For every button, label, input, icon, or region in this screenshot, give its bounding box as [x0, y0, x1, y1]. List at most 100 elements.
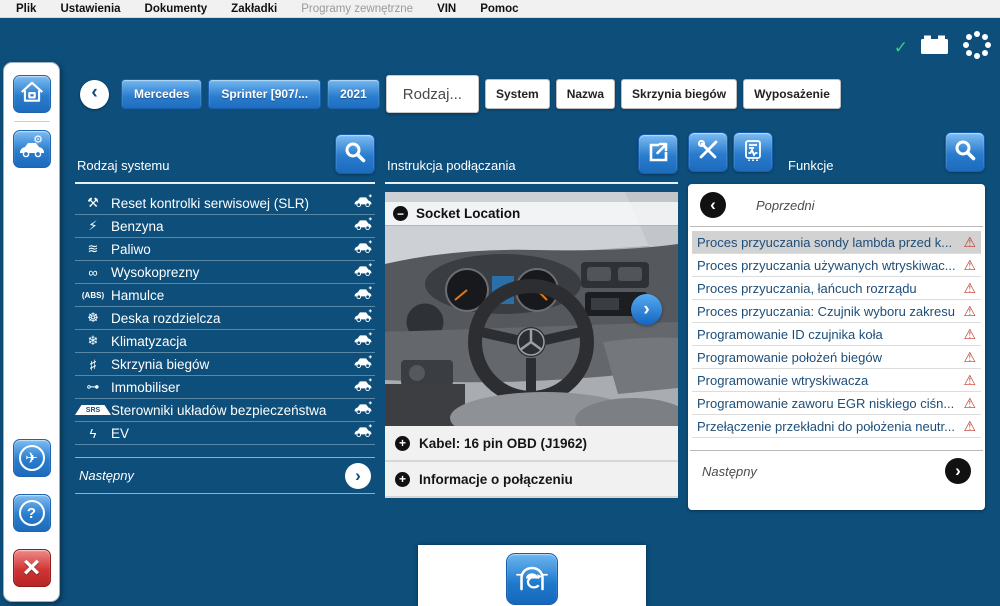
tools-icon: [696, 138, 720, 167]
warning-icon: ⚠: [963, 418, 976, 434]
image-caption-bar[interactable]: − Socket Location: [385, 202, 678, 226]
help-button[interactable]: ?: [12, 494, 51, 532]
dashboard-icon: ☸: [87, 310, 99, 325]
connection-info-label: Informacje o połączeniu: [419, 471, 573, 487]
menu-item[interactable]: Ustawienia: [60, 3, 120, 15]
busy-dots-icon[interactable]: [962, 30, 992, 65]
system-type-row[interactable]: (ABS) Hamulce: [75, 284, 375, 307]
test-report-button[interactable]: [733, 132, 773, 172]
breadcrumb-step[interactable]: 2021: [327, 79, 380, 109]
function-row[interactable]: Proces przyuczania sondy lambda przed k.…: [692, 231, 981, 254]
ev-plug-icon: ϟ: [89, 425, 97, 441]
back-button[interactable]: ‹: [80, 79, 109, 109]
car-icon: [353, 285, 373, 305]
system-type-row[interactable]: ∞ Wysokoprezny: [75, 261, 375, 284]
srs-icon: SRS: [75, 405, 111, 415]
search-icon: [343, 140, 367, 169]
system-type-row[interactable]: ☸ Deska rozdzielcza: [75, 307, 375, 330]
system-type-label: Paliwo: [111, 241, 151, 257]
breadcrumb-step[interactable]: Nazwa: [555, 79, 616, 109]
function-row[interactable]: Proces przyuczania, łańcuch rozrządu ⚠: [692, 277, 981, 300]
exit-button[interactable]: ×: [12, 549, 51, 587]
system-type-row[interactable]: ⊶ Immobiliser: [75, 376, 375, 399]
tools-button[interactable]: [688, 132, 728, 172]
car-icon: [353, 354, 373, 374]
system-type-list: ⚒ Reset kontrolki serwisowej (SLR) ⚡ Ben…: [75, 184, 375, 445]
battery-icon[interactable]: [920, 34, 950, 61]
home-button[interactable]: [12, 75, 51, 113]
search-icon: [953, 138, 977, 167]
function-row[interactable]: Programowanie zaworu EGR niskiego ciśn..…: [692, 392, 981, 415]
breadcrumb-step[interactable]: Mercedes: [121, 79, 203, 109]
menu-item[interactable]: VIN: [437, 3, 456, 15]
system-type-row[interactable]: ♯ Skrzynia biegów: [75, 353, 375, 376]
function-label: Przełączenie przekładni do położenia neu…: [697, 418, 955, 434]
breadcrumb-step[interactable]: Rodzaj...: [385, 75, 479, 113]
function-row[interactable]: Programowanie wtryskiwacza ⚠: [692, 369, 981, 392]
connection-panel-rule: [385, 182, 678, 184]
system-type-label: Klimatyzacja: [111, 333, 187, 349]
system-next-button[interactable]: Następny ›: [75, 457, 375, 494]
system-type-row[interactable]: ❄ Klimatyzacja: [75, 330, 375, 353]
system-type-row[interactable]: ⚡ Benzyna: [75, 215, 375, 238]
socket-location-image: − Socket Location ›: [385, 192, 678, 426]
functions-next-wrap: Następny ›: [690, 450, 983, 491]
menu-item[interactable]: Plik: [16, 3, 36, 15]
function-row[interactable]: Przełączenie przekładni do położenia neu…: [692, 415, 981, 438]
connection-panel: Instrukcja podłączania − Socket Location…: [385, 132, 678, 498]
function-row[interactable]: Programowanie ID czujnika koła ⚠: [692, 323, 981, 346]
system-type-row[interactable]: ⚒ Reset kontrolki serwisowej (SLR): [75, 192, 375, 215]
system-panel-header: Rodzaj systemu: [75, 132, 375, 180]
menu-item[interactable]: Programy zewnętrzne: [301, 3, 413, 15]
system-search-button[interactable]: [335, 134, 375, 174]
car-icon: [353, 216, 373, 236]
menu-item[interactable]: Pomoc: [480, 3, 518, 15]
breadcrumb-step[interactable]: Wyposażenie: [743, 79, 841, 109]
breadcrumb-step[interactable]: Skrzynia biegów: [621, 79, 738, 109]
breadcrumb-step[interactable]: System: [484, 79, 550, 109]
system-type-row[interactable]: ≋ Paliwo: [75, 238, 375, 261]
system-type-label: Deska rozdzielcza: [111, 310, 221, 326]
car-icon: [353, 377, 373, 397]
function-row[interactable]: Proces przyuczania: Czujnik wyboru zakre…: [692, 300, 981, 323]
warning-icon: ⚠: [963, 257, 976, 273]
open-external-button[interactable]: [638, 134, 678, 174]
menu-bar: Plik Ustawienia Dokumenty Zakładki Progr…: [0, 0, 1000, 18]
car-icon: [353, 423, 373, 443]
system-type-label: EV: [111, 425, 130, 441]
warning-icon: ⚠: [963, 349, 976, 365]
menu-item[interactable]: Dokumenty: [145, 3, 208, 15]
function-label: Proces przyuczania, łańcuch rozrządu: [697, 280, 917, 296]
functions-previous-button[interactable]: ‹ Poprzedni: [688, 184, 985, 226]
functions-next-button[interactable]: Następny ›: [690, 451, 983, 491]
image-next-button[interactable]: ›: [631, 294, 662, 325]
immobiliser-key-icon: ⊶: [86, 379, 100, 394]
function-label: Programowanie położeń biegów: [697, 349, 883, 365]
system-type-row[interactable]: SRS Sterowniki układów bezpieczeństwa: [75, 399, 375, 422]
function-label: Proces przyuczania używanych wtryskiwac.…: [697, 257, 956, 273]
function-label: Proces przyuczania: Czujnik wyboru zakre…: [697, 303, 955, 319]
warning-icon: ⚠: [963, 395, 976, 411]
system-type-label: Benzyna: [111, 218, 164, 234]
flight-mode-button[interactable]: ✈: [12, 439, 51, 477]
plane-icon: ✈: [18, 445, 45, 471]
menu-item[interactable]: Zakładki: [231, 3, 277, 15]
sidebar: ⚙ ✈ ? ×: [3, 62, 60, 602]
chevron-right-icon: ›: [345, 462, 371, 489]
previous-label: Poprzedni: [756, 197, 815, 213]
vehicle-connect-button[interactable]: [506, 553, 558, 605]
wrench-icon: ⚒: [87, 195, 99, 210]
functions-search-button[interactable]: [945, 132, 985, 172]
cable-info-row[interactable]: + Kabel: 16 pin OBD (J1962): [385, 426, 678, 462]
functions-list: Proces przyuczania sondy lambda przed k.…: [688, 227, 985, 438]
system-type-row[interactable]: ϟ EV: [75, 422, 375, 445]
function-label: Programowanie ID czujnika koła: [697, 326, 883, 342]
function-row[interactable]: Programowanie położeń biegów ⚠: [692, 346, 981, 369]
next-label: Następny: [702, 463, 757, 479]
function-row[interactable]: Proces przyuczania używanych wtryskiwac.…: [692, 254, 981, 277]
system-panel-title: Rodzaj systemu: [77, 158, 170, 173]
connection-info-row[interactable]: + Informacje o połączeniu: [385, 462, 678, 498]
home-icon: [19, 79, 45, 110]
diagnostics-button[interactable]: ⚙: [12, 130, 51, 168]
breadcrumb-step[interactable]: Sprinter [907/...: [208, 79, 322, 109]
